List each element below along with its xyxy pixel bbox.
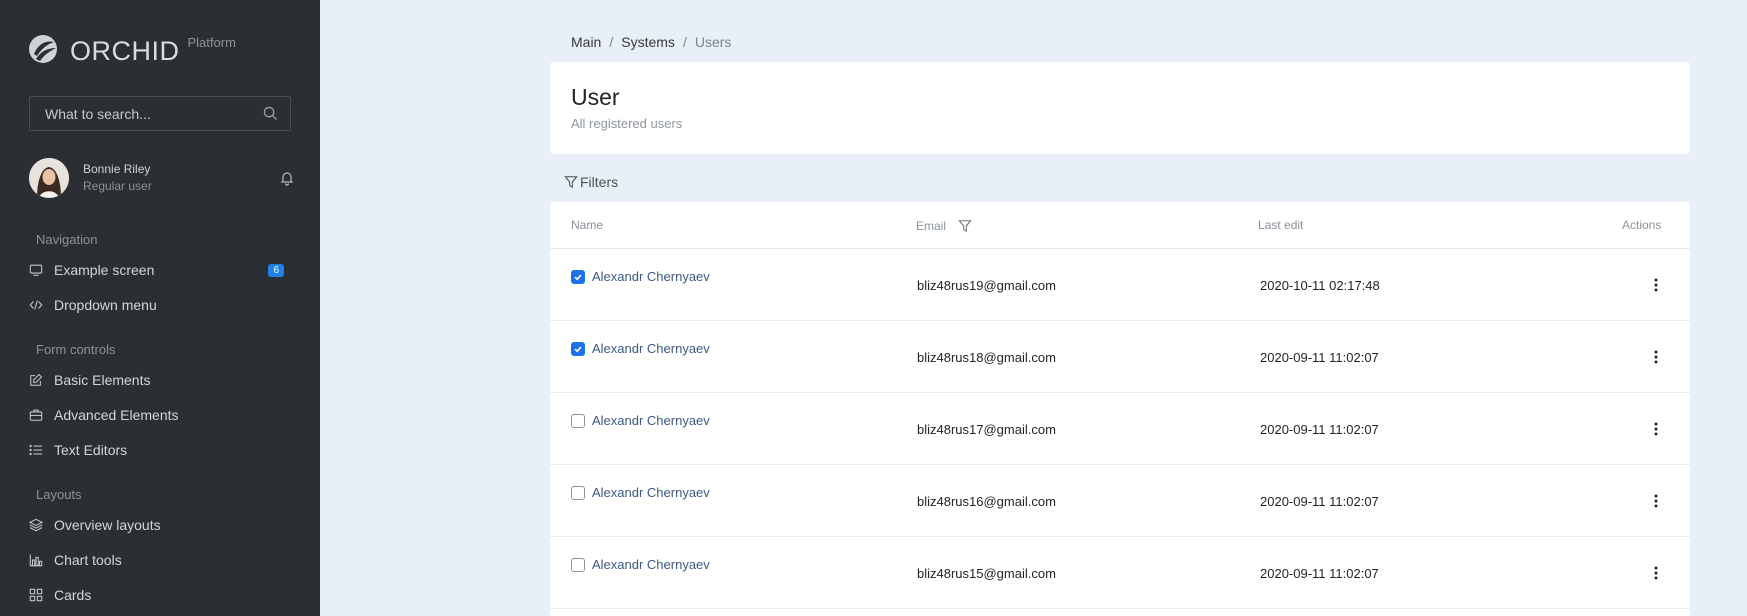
user-last-edit: 2020-09-11 11:02:07 <box>1260 494 1379 509</box>
filter-icon <box>564 176 578 189</box>
user-name-link[interactable]: Alexandr Chernyaev <box>592 269 710 284</box>
kebab-menu-icon[interactable] <box>1648 420 1664 438</box>
sidebar-item-cards[interactable]: Cards <box>28 582 290 608</box>
orchid-logo-icon <box>29 35 57 63</box>
kebab-menu-icon[interactable] <box>1648 492 1664 510</box>
table-row: Alexandr Chernyaev bliz48rus17@gmail.com… <box>550 393 1690 465</box>
brand[interactable]: ORCHID Platform <box>28 34 236 68</box>
page-subtitle: All registered users <box>571 116 683 131</box>
section-label-form-controls: Form controls <box>36 342 116 357</box>
breadcrumb-separator: / <box>682 34 687 50</box>
profile-name: Bonnie Riley <box>83 162 151 176</box>
grid-icon <box>28 587 44 603</box>
user-last-edit: 2020-09-11 11:02:07 <box>1260 566 1379 581</box>
layers-icon <box>28 517 44 533</box>
kebab-menu-icon[interactable] <box>1648 564 1664 582</box>
sidebar-item-overview-layouts[interactable]: Overview layouts <box>28 512 290 538</box>
sidebar-item-label: Example screen <box>54 262 155 278</box>
search-box <box>29 96 291 131</box>
filter-icon[interactable] <box>958 219 972 233</box>
sidebar-item-label: Overview layouts <box>54 517 161 533</box>
users-table: Name Email Last edit Actions Alexandr Ch… <box>550 202 1690 616</box>
user-email: bliz48rus19@gmail.com <box>917 278 1056 293</box>
sidebar-item-label: Dropdown menu <box>54 297 157 313</box>
row-checkbox[interactable] <box>571 557 585 572</box>
sidebar: ORCHID Platform Bonnie Riley Regular use… <box>0 0 320 616</box>
page-header: User All registered users <box>550 62 1690 154</box>
sidebar-item-advanced-elements[interactable]: Advanced Elements <box>28 402 290 428</box>
user-email: bliz48rus17@gmail.com <box>917 422 1056 437</box>
filters-toggle[interactable]: Filters <box>564 174 618 190</box>
breadcrumb: Main / Systems / Users <box>571 34 731 50</box>
page-title: User <box>571 84 620 110</box>
avatar <box>29 158 69 198</box>
sidebar-item-label: Advanced Elements <box>54 407 179 423</box>
user-email: bliz48rus16@gmail.com <box>917 494 1056 509</box>
search-input[interactable] <box>45 105 263 122</box>
column-header-email-label: Email <box>916 219 947 233</box>
row-checkbox[interactable] <box>571 269 585 284</box>
user-name-link[interactable]: Alexandr Chernyaev <box>592 485 710 500</box>
user-last-edit: 2020-09-11 11:02:07 <box>1260 350 1379 365</box>
user-last-edit: 2020-09-11 11:02:07 <box>1260 422 1379 437</box>
section-label-layouts: Layouts <box>36 487 82 502</box>
monitor-icon <box>28 262 44 278</box>
edit-icon <box>28 372 44 388</box>
breadcrumb-systems[interactable]: Systems <box>621 34 675 50</box>
kebab-menu-icon[interactable] <box>1648 276 1664 294</box>
user-profile[interactable]: Bonnie Riley Regular user <box>29 158 295 198</box>
filters-label: Filters <box>580 174 619 190</box>
briefcase-icon <box>28 407 44 423</box>
user-name-link[interactable]: Alexandr Chernyaev <box>592 341 710 356</box>
section-label-navigation: Navigation <box>36 232 98 247</box>
sidebar-item-label: Text Editors <box>54 442 128 458</box>
sidebar-item-text-editors[interactable]: Text Editors <box>28 437 290 463</box>
kebab-menu-icon[interactable] <box>1648 348 1664 366</box>
sidebar-item-basic-elements[interactable]: Basic Elements <box>28 367 290 393</box>
user-name-link[interactable]: Alexandr Chernyaev <box>592 557 710 572</box>
user-last-edit: 2020-10-11 02:17:48 <box>1260 278 1380 293</box>
bar-chart-icon <box>28 552 44 568</box>
check-icon <box>574 345 582 352</box>
breadcrumb-users: Users <box>694 34 732 50</box>
brand-subtitle: Platform <box>187 35 236 50</box>
check-icon <box>574 273 582 280</box>
column-header-name[interactable]: Name <box>571 218 603 232</box>
table-row: Alexandr Chernyaev bliz48rus16@gmail.com… <box>550 465 1690 537</box>
sidebar-item-label: Cards <box>54 587 92 603</box>
table-row: Alexandr Chernyaev bliz48rus15@gmail.com… <box>550 537 1690 609</box>
row-checkbox[interactable] <box>571 341 585 356</box>
column-header-email[interactable]: Email <box>916 219 972 233</box>
breadcrumb-separator: / <box>609 34 614 50</box>
row-checkbox[interactable] <box>571 485 585 500</box>
user-email: bliz48rus15@gmail.com <box>917 566 1056 581</box>
table-row: Alexandr Chernyaev bliz48rus19@gmail.com… <box>550 249 1690 321</box>
column-header-actions: Actions <box>1622 218 1662 232</box>
user-email: bliz48rus18@gmail.com <box>917 350 1056 365</box>
sidebar-item-dropdown-menu[interactable]: Dropdown menu <box>28 292 290 318</box>
row-checkbox[interactable] <box>571 413 585 428</box>
user-name-link[interactable]: Alexandr Chernyaev <box>592 413 710 428</box>
list-icon <box>28 442 44 458</box>
notification-badge: 6 <box>268 263 284 277</box>
sidebar-item-label: Chart tools <box>54 552 122 568</box>
sidebar-item-example-screen[interactable]: Example screen 6 <box>28 257 290 283</box>
sidebar-item-label: Basic Elements <box>54 372 151 388</box>
profile-role: Regular user <box>83 179 152 193</box>
bell-icon[interactable] <box>279 170 295 186</box>
table-row: Alexandr Chernyaev bliz48rus18@gmail.com… <box>550 321 1690 393</box>
brand-name: ORCHID <box>70 36 180 66</box>
breadcrumb-main[interactable]: Main <box>571 34 601 50</box>
table-header: Name Email Last edit Actions <box>550 202 1690 249</box>
search-icon[interactable] <box>263 106 278 121</box>
code-icon <box>28 297 44 313</box>
sidebar-item-chart-tools[interactable]: Chart tools <box>28 547 290 573</box>
column-header-last-edit[interactable]: Last edit <box>1258 218 1303 232</box>
